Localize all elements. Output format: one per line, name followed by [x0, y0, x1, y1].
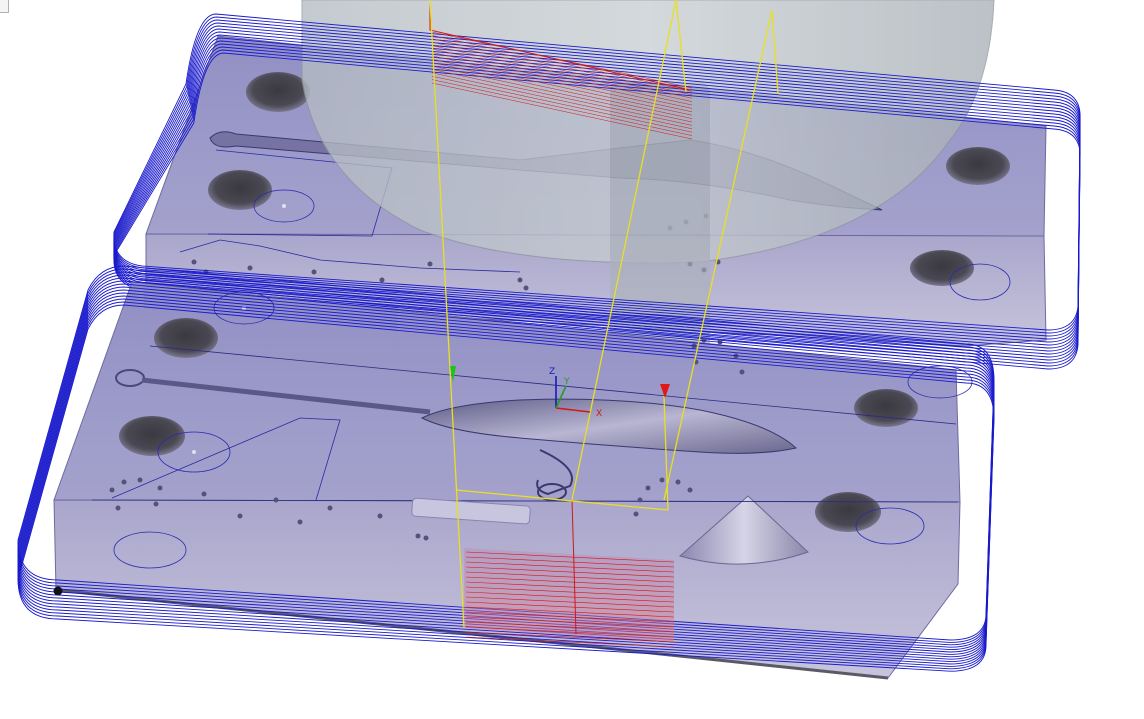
- mounting-hole: [910, 250, 974, 286]
- mounting-hole: [119, 416, 185, 456]
- mounting-hole: [208, 170, 272, 210]
- triad-y-label: Y: [563, 377, 570, 387]
- triad-x-label: X: [596, 409, 602, 419]
- mounting-hole: [946, 147, 1010, 185]
- mounting-hole: [246, 72, 310, 112]
- mounting-hole: [854, 389, 918, 427]
- 3d-viewport[interactable]: Z Y X: [0, 0, 1144, 719]
- mounting-hole: [815, 492, 881, 532]
- origin-point[interactable]: [53, 586, 63, 596]
- triad-z-label: Z: [549, 367, 555, 377]
- cam-scene[interactable]: Z Y X: [0, 0, 1144, 719]
